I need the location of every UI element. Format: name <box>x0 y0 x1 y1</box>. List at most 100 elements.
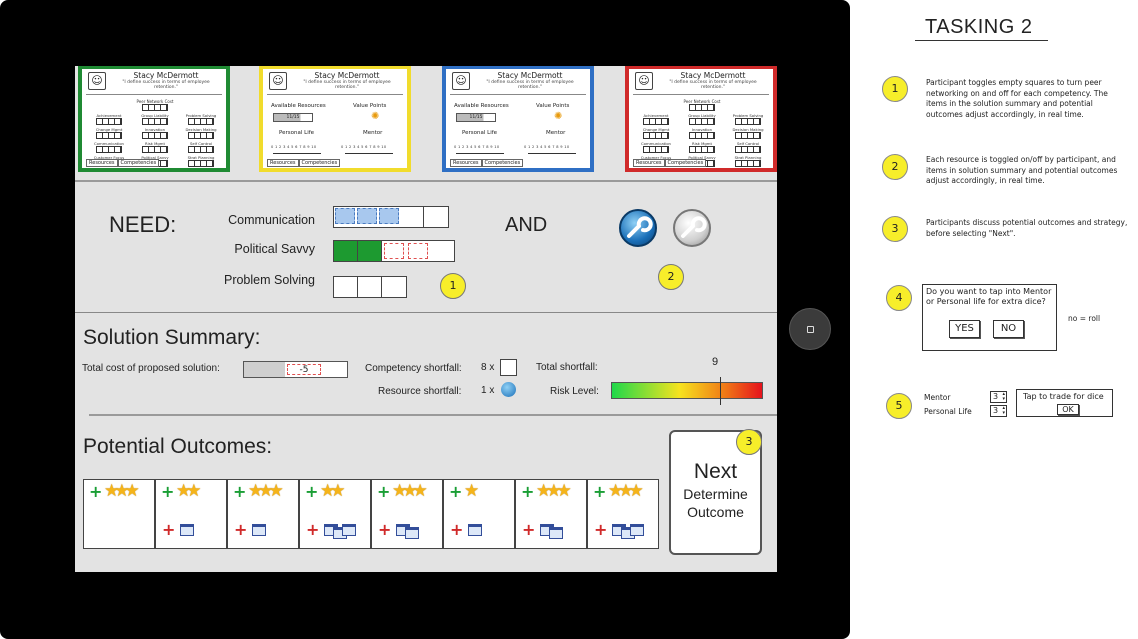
outcome-card: + ★ + <box>443 479 515 549</box>
competency-cell[interactable]: Strat Planning <box>729 156 767 167</box>
marker-4: 4 <box>886 285 912 311</box>
calendar-icon <box>405 527 419 539</box>
need-label: NEED: <box>109 212 177 237</box>
competency-cell[interactable]: Strat Planning <box>182 156 220 167</box>
character-card[interactable]: ☺ Stacy McDermott "I define success in t… <box>78 66 230 172</box>
competency-name: Strat Planning <box>734 155 762 160</box>
resources-bar: 11/15 <box>273 113 313 122</box>
character-card[interactable]: ☺ Stacy McDermott "I define success in t… <box>625 66 777 172</box>
resource-toggle-off[interactable] <box>673 209 711 247</box>
plus-icon: + <box>161 482 175 501</box>
competency-box-empty[interactable] <box>424 207 448 227</box>
competency-box-filled[interactable] <box>379 208 399 224</box>
minus-cost-icon: + <box>594 520 608 539</box>
competency-cell[interactable]: Achievement <box>637 114 675 125</box>
competency-box-empty[interactable] <box>430 241 454 261</box>
no-button[interactable]: NO <box>993 320 1024 338</box>
competency-name: Change Mgmt <box>642 127 670 132</box>
home-button[interactable] <box>789 308 831 350</box>
avatar-icon: ☺ <box>452 72 470 90</box>
mentor-slider[interactable] <box>345 153 393 154</box>
character-card[interactable]: ☺ Stacy McDermott "I define success in t… <box>259 66 411 172</box>
competency-cell[interactable]: Self Control <box>182 142 220 153</box>
competency-box-shortfall[interactable] <box>384 243 404 259</box>
card-quote: "I define success in terms of employee r… <box>486 80 574 90</box>
yes-button[interactable]: YES <box>949 320 980 338</box>
competency-cell[interactable]: Problem Solving <box>729 114 767 125</box>
total-cost-field: -5 <box>243 361 348 378</box>
competency-box-empty[interactable] <box>358 277 382 297</box>
mentor-slider[interactable] <box>528 153 576 154</box>
competency-cell[interactable]: Decision Making <box>729 128 767 139</box>
tab-competencies[interactable]: Competencies <box>117 159 160 167</box>
ok-button[interactable]: OK <box>1057 404 1079 415</box>
personal-life-slider[interactable] <box>456 153 504 154</box>
competency-cell[interactable]: Risk Mgmt <box>683 142 721 153</box>
personal-life-label: Personal Life <box>462 130 498 136</box>
total-cost-label: Total cost of proposed solution: <box>82 363 220 374</box>
competency-box-empty[interactable] <box>334 277 358 297</box>
card-name: Stacy McDermott <box>314 71 380 80</box>
competency-box-filled[interactable] <box>357 208 377 224</box>
tab-competencies[interactable]: Competencies <box>481 159 524 167</box>
competency-boxes <box>735 146 761 153</box>
competency-cell[interactable]: Change Mgmt <box>637 128 675 139</box>
personal-life-slider[interactable] <box>273 153 321 154</box>
tab-resources[interactable]: Resources <box>267 159 299 167</box>
total-cost-value: -5 <box>287 364 321 375</box>
outcome-card: + ★★★ + <box>587 479 659 549</box>
mentor-label: Mentor <box>546 130 566 136</box>
competency-cell[interactable]: Risk Mgmt <box>136 142 174 153</box>
outcome-card: + ★★★ + <box>227 479 299 549</box>
competency-boxes <box>689 118 715 125</box>
competency-box-empty[interactable] <box>382 277 406 297</box>
tab-resources[interactable]: Resources <box>633 159 665 167</box>
tab-resources[interactable]: Resources <box>86 159 118 167</box>
competency-row: Change Mgmt Innovation Decision Making <box>637 128 767 139</box>
competency-box-shortfall[interactable] <box>408 243 428 259</box>
app-screen: ☺ Stacy McDermott "I define success in t… <box>75 66 777 572</box>
competency-label-communication: Communication <box>228 213 315 227</box>
competency-cell[interactable]: Self Control <box>729 142 767 153</box>
tab-competencies[interactable]: Competencies <box>298 159 341 167</box>
resource-toggle-on[interactable] <box>619 209 657 247</box>
competency-cell[interactable]: Group Liability <box>136 114 174 125</box>
personal-life-scale: 0 1 2 3 4 5 6 7 8 9 10 <box>271 145 317 149</box>
resource-shortfall-value: 1 x <box>481 385 495 396</box>
competency-box-filled[interactable] <box>335 208 355 224</box>
competency-box-owned[interactable] <box>334 241 358 261</box>
competency-box-empty[interactable] <box>400 207 424 227</box>
peer-network-boxes[interactable] <box>689 104 715 111</box>
peer-network-boxes[interactable] <box>142 104 168 111</box>
competency-cell[interactable]: Decision Making <box>182 128 220 139</box>
mentor-stepper[interactable]: 3 ▴ ▾ <box>990 391 1007 403</box>
personal-life-label: Personal Life <box>924 407 972 416</box>
competency-boxes <box>96 132 122 139</box>
tab-resources[interactable]: Resources <box>450 159 482 167</box>
competency-cell[interactable]: Communication <box>90 142 128 153</box>
note-1: Participant toggles empty squares to tur… <box>926 78 1108 119</box>
value-points-icon: ✺ <box>554 111 563 122</box>
plus-icon: + <box>233 482 247 501</box>
avatar-icon: ☺ <box>88 72 106 90</box>
competency-cell[interactable]: Achievement <box>90 114 128 125</box>
minus-cost-icon: + <box>162 520 176 539</box>
competency-cell[interactable]: Innovation <box>683 128 721 139</box>
competency-cell[interactable]: Innovation <box>136 128 174 139</box>
lower-divider <box>89 414 777 416</box>
tab-competencies[interactable]: Competencies <box>664 159 707 167</box>
competency-cell[interactable]: Change Mgmt <box>90 128 128 139</box>
tasking-title: TASKING 2 <box>925 16 1033 38</box>
card-quote: "I define success in terms of employee r… <box>122 80 210 90</box>
competency-row: Communication Risk Mgmt Self Control <box>637 142 767 153</box>
competency-box-owned[interactable] <box>358 241 382 261</box>
competency-boxes <box>188 146 214 153</box>
minus-cost-icon: + <box>306 520 320 539</box>
competency-cell[interactable]: Communication <box>637 142 675 153</box>
personal-life-stepper[interactable]: 3 ▴ ▾ <box>990 405 1007 417</box>
competency-cell[interactable]: Group Liability <box>683 114 721 125</box>
extra-dice-dialog: Do you want to tap into Mentor or Person… <box>922 284 1057 351</box>
stars-icon: ★★★ <box>608 481 644 501</box>
character-card[interactable]: ☺ Stacy McDermott "I define success in t… <box>442 66 594 172</box>
competency-cell[interactable]: Problem Solving <box>182 114 220 125</box>
